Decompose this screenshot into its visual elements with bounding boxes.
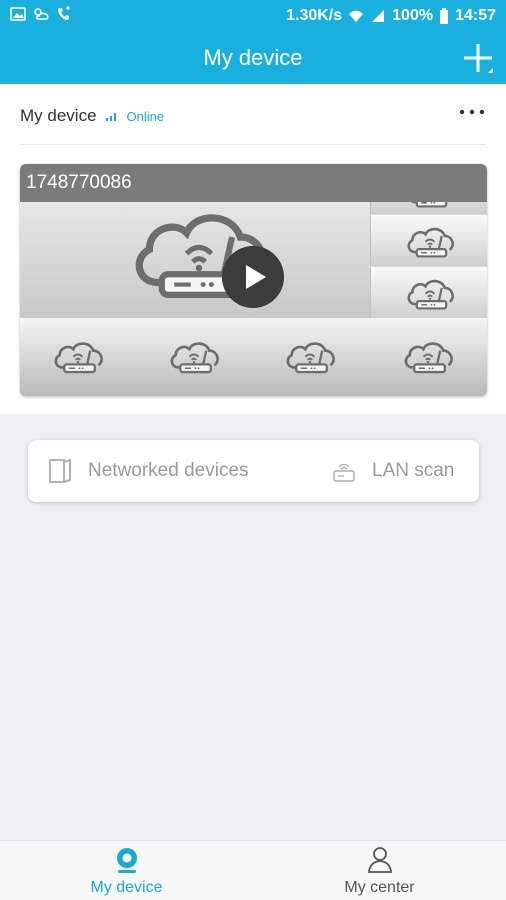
battery-percent: 100% [392,7,434,24]
device-actions-card: Networked devices LAN scan [28,440,479,502]
person-icon [368,847,392,873]
image-notification-icon [10,7,26,21]
nav-label-my-center: My center [344,879,415,896]
lan-scan-label: LAN scan [372,460,455,481]
device-section: My device Online 1748770086 [0,84,506,414]
signal-strength-icon [105,113,116,121]
networked-devices-label: Networked devices [88,460,249,481]
device-name: My device [20,106,97,125]
nav-my-device[interactable]: My device [0,841,253,900]
cloud-router-icon [170,342,219,374]
notification-icons [10,6,72,22]
weather-notification-icon [34,8,49,20]
add-device-button[interactable] [460,40,496,76]
battery-icon [440,8,449,24]
door-icon [49,458,71,483]
networked-devices-button[interactable]: Networked devices [46,440,249,502]
divider [20,144,486,145]
cell-signal-icon [372,10,385,22]
serial-bar: 1748770086 [20,164,487,202]
network-speed: 1.30K/s [286,7,343,24]
cloud-router-icon [404,342,453,374]
clock: 14:57 [455,7,496,24]
device-serial: 1748770086 [26,172,132,193]
play-button[interactable] [222,246,284,308]
app-bar: My device [0,32,506,84]
router-scan-icon [333,463,355,482]
bottom-nav: My device My center [0,840,506,900]
device-header: My device Online [20,106,164,126]
cloud-router-icon [407,279,454,310]
call-notification-icon [58,6,70,20]
online-status: Online [126,108,165,124]
more-options-icon[interactable] [456,102,488,122]
side-thumbnail [370,267,487,318]
lan-scan-button[interactable]: LAN scan [330,440,454,502]
camera-icon [117,848,137,873]
thumbnail-row [20,318,487,396]
cloud-router-icon [54,342,103,374]
cloud-router-icon [286,342,335,374]
cloud-router-icon [407,227,454,258]
side-thumbnail [370,215,487,266]
wifi-icon [349,10,364,22]
status-bar: 1.30K/s 100% 14:57 [0,0,506,32]
nav-my-center[interactable]: My center [253,841,506,900]
nav-label-my-device: My device [90,879,163,896]
page-title: My device [203,45,303,70]
device-preview-card[interactable]: 1748770086 [20,164,487,396]
